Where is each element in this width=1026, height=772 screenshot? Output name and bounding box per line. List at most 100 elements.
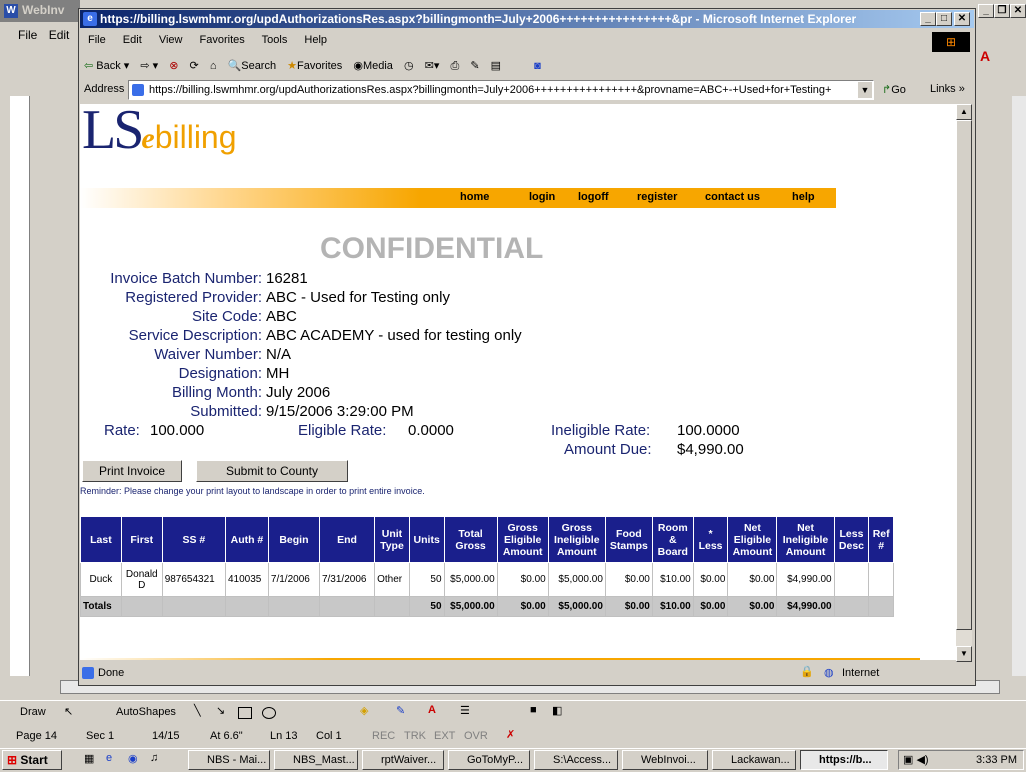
ie-menu-edit[interactable]: Edit: [123, 34, 142, 46]
quicklaunch-media-icon[interactable]: ♫: [150, 752, 158, 764]
links-button[interactable]: Links »: [930, 83, 965, 95]
nav-home[interactable]: home: [460, 191, 489, 203]
fill-color-icon[interactable]: ◈: [360, 704, 368, 717]
nav-login[interactable]: login: [529, 191, 555, 203]
status-ext[interactable]: EXT: [434, 730, 455, 742]
tray-network-icon[interactable]: ▣: [903, 754, 913, 766]
word-minimize-button[interactable]: _: [978, 4, 994, 18]
ie-close-button[interactable]: ✕: [954, 12, 970, 26]
nav-contact-us[interactable]: contact us: [705, 191, 760, 203]
windows-logo-icon: ⊞: [932, 32, 970, 52]
3d-icon[interactable]: ◧: [552, 704, 562, 717]
history-icon[interactable]: ◷: [404, 56, 414, 76]
field-value: MH: [266, 365, 290, 382]
ie-menu-help[interactable]: Help: [304, 34, 327, 46]
quicklaunch-desktop-icon[interactable]: ▦: [84, 752, 94, 765]
submit-to-county-button[interactable]: Submit to County: [196, 460, 348, 482]
nav-logoff[interactable]: logoff: [578, 191, 609, 203]
page-icon: [132, 84, 144, 96]
select-arrow-icon[interactable]: ↖: [64, 705, 73, 718]
taskbar-item-nbs-mast[interactable]: NBS_Mast...: [274, 750, 358, 770]
nav-register[interactable]: register: [637, 191, 677, 203]
field-value: ABC ACADEMY - used for testing only: [266, 327, 522, 344]
font-color-icon[interactable]: A: [428, 704, 436, 716]
refresh-icon[interactable]: ⟳: [190, 56, 199, 76]
favorites-button[interactable]: ★Favorites: [287, 56, 342, 76]
word-menu-edit[interactable]: Edit: [49, 28, 70, 42]
word-scrollbar[interactable]: [1012, 96, 1026, 676]
start-button[interactable]: ⊞ Start: [2, 750, 62, 770]
ie-statusbar: Done 🔒 ◍ Internet: [80, 664, 974, 684]
status-trk[interactable]: TRK: [404, 730, 426, 742]
autoshapes-menu[interactable]: AutoShapes: [116, 706, 176, 718]
mail-icon[interactable]: ✉▾: [425, 56, 440, 76]
print-invoice-button[interactable]: Print Invoice: [82, 460, 182, 482]
quicklaunch-ie-icon[interactable]: e: [106, 752, 112, 764]
totals-total-gross: $5,000.00: [443, 596, 498, 617]
line-color-icon[interactable]: ✎: [396, 704, 405, 717]
field-value: N/A: [266, 346, 292, 363]
cell-ss: 987654321: [161, 562, 227, 597]
ie-menu-favorites[interactable]: Favorites: [200, 34, 245, 46]
taskbar-item-nbs-mai[interactable]: NBS - Mai...: [188, 750, 270, 770]
search-button[interactable]: 🔍Search: [228, 56, 277, 76]
field-label: Registered Provider:: [125, 289, 262, 306]
ie-menu-view[interactable]: View: [159, 34, 183, 46]
word-font-color-icon[interactable]: A: [980, 48, 990, 64]
spelling-icon[interactable]: ✗: [506, 728, 515, 741]
totals-cell: [120, 596, 163, 617]
field-value: ABC - Used for Testing only: [266, 289, 450, 306]
taskbar-item-rptwaiver[interactable]: rptWaiver...: [362, 750, 444, 770]
address-bar: Address https://billing.lswmhmr.org/updA…: [84, 80, 970, 102]
taskbar-item-https[interactable]: https://b...: [800, 750, 888, 770]
taskbar-item-gotomyp[interactable]: GoToMyP...: [448, 750, 530, 770]
word-menu-file[interactable]: File: [18, 28, 37, 42]
word-restore-button[interactable]: ❐: [994, 4, 1010, 18]
draw-menu[interactable]: Draw: [20, 706, 46, 718]
ie-vertical-scrollbar[interactable]: ▲ ▼: [956, 104, 972, 662]
scroll-up-icon[interactable]: ▲: [956, 104, 972, 120]
taskbar-item-lackawan[interactable]: Lackawan...: [712, 750, 796, 770]
ie-maximize-button[interactable]: □: [936, 12, 952, 26]
status-ovr[interactable]: OVR: [464, 730, 488, 742]
arrow-icon[interactable]: ↘: [216, 704, 225, 717]
nav-help[interactable]: help: [792, 191, 815, 203]
taskbar-label: NBS_Mast...: [293, 754, 355, 766]
totals-cell: [318, 596, 376, 617]
col-gross-eligible: Gross Eligible Amount: [496, 516, 549, 563]
shadow-icon[interactable]: ■: [530, 704, 537, 716]
line-icon[interactable]: ╲: [194, 704, 201, 717]
taskbar-item-webinvoi[interactable]: WebInvoi...: [622, 750, 708, 770]
address-text: https://billing.lswmhmr.org/updAuthoriza…: [149, 84, 832, 96]
home-icon[interactable]: ⌂: [210, 56, 217, 76]
rectangle-icon[interactable]: [238, 707, 252, 719]
ie-menu-file[interactable]: File: [88, 34, 106, 46]
print-icon[interactable]: ⎙: [450, 56, 459, 76]
ie-menu-tools[interactable]: Tools: [262, 34, 288, 46]
scroll-down-icon[interactable]: ▼: [956, 646, 972, 662]
ineligible-rate-label: Ineligible Rate:: [551, 422, 651, 439]
go-button[interactable]: ↱Go: [882, 83, 906, 96]
quicklaunch-outlook-icon[interactable]: ◉: [128, 752, 138, 765]
word-close-button[interactable]: ✕: [1010, 4, 1026, 18]
scroll-thumb[interactable]: [956, 120, 972, 630]
address-input[interactable]: https://billing.lswmhmr.org/updAuthoriza…: [128, 80, 874, 100]
ie-minimize-button[interactable]: _: [920, 12, 936, 26]
tray-volume-icon[interactable]: ◀): [916, 754, 928, 766]
stop-icon[interactable]: ⊗: [169, 56, 178, 76]
taskbar-item-access[interactable]: S:\Access...: [534, 750, 618, 770]
edit-icon[interactable]: ✎: [470, 56, 479, 76]
back-button[interactable]: ⇦ Back ▾: [84, 56, 129, 76]
field-value: ABC: [266, 308, 297, 325]
totals-gross-ineligible: $5,000.00: [547, 596, 606, 617]
discuss-icon[interactable]: ▤: [491, 56, 501, 76]
address-dropdown-icon[interactable]: ▼: [858, 82, 872, 98]
messenger-icon[interactable]: ◙: [534, 56, 541, 76]
media-button[interactable]: ◉Media: [353, 56, 393, 76]
forward-button[interactable]: ⇨ ▾: [140, 56, 158, 76]
field-label: Billing Month:: [171, 384, 262, 401]
field-waiver-number: Waiver Number: N/A: [80, 346, 680, 366]
oval-icon[interactable]: [262, 707, 276, 719]
line-style-icon[interactable]: ☰: [460, 704, 470, 717]
status-rec[interactable]: REC: [372, 730, 395, 742]
